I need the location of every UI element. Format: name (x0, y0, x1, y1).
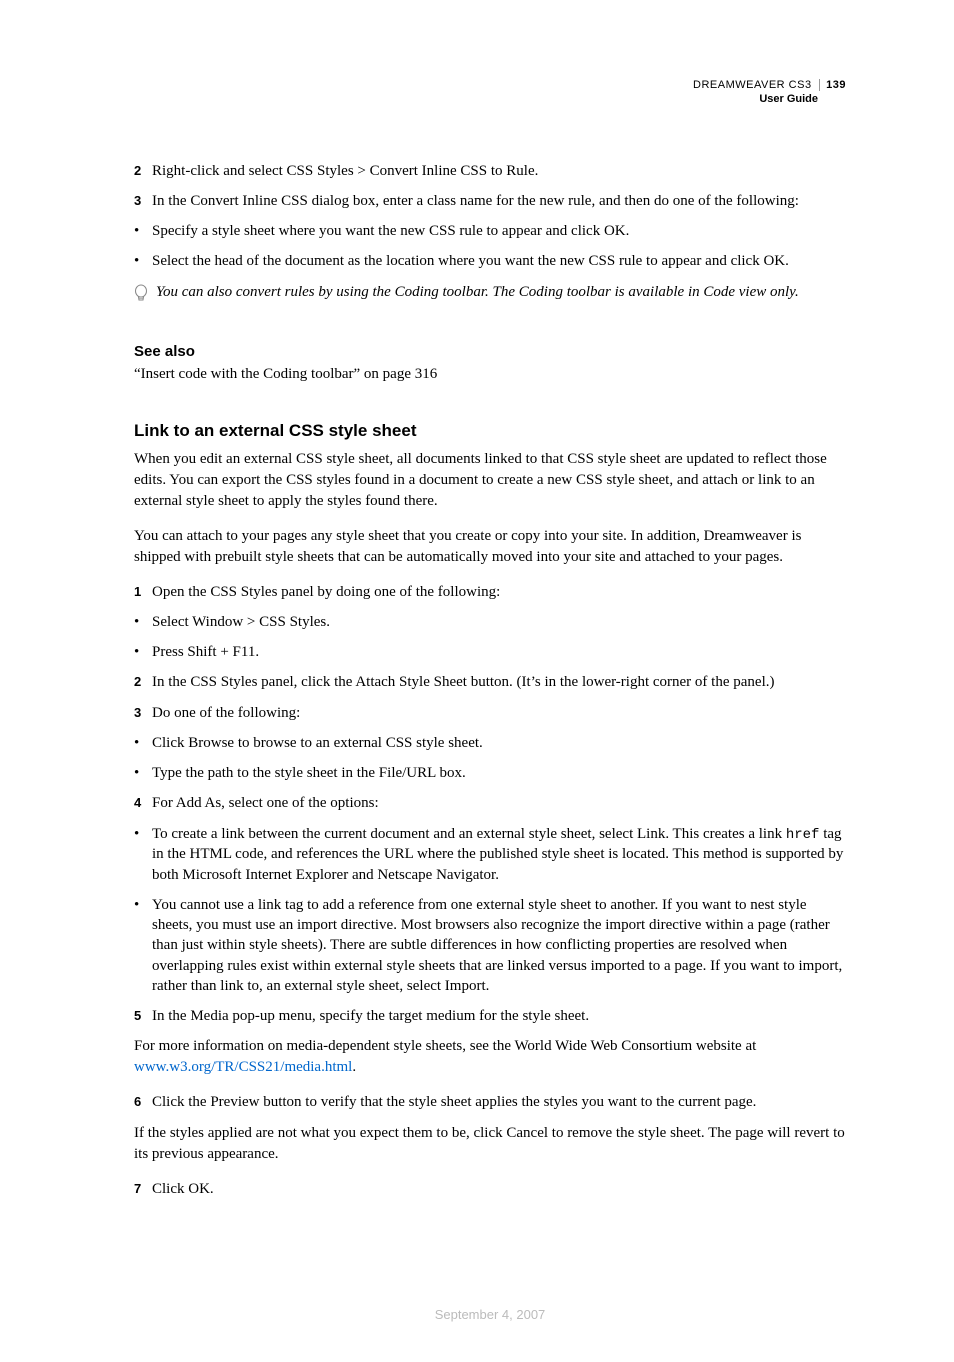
bullet-text: Type the path to the style sheet in the … (152, 763, 846, 783)
step-number: 1 (134, 582, 152, 602)
step-number: 3 (134, 191, 152, 211)
header-pagenum: 139 (819, 79, 846, 91)
step-number: 4 (134, 793, 152, 813)
bullet-text: Press Shift + F11. (152, 642, 846, 662)
bullet-text: Select Window > CSS Styles. (152, 612, 846, 632)
bullet-item: • Type the path to the style sheet in th… (134, 763, 846, 783)
step-text: In the CSS Styles panel, click the Attac… (152, 672, 846, 692)
step-text: Do one of the following: (152, 703, 846, 723)
bullet-marker: • (134, 642, 152, 662)
step-1: 1 Open the CSS Styles panel by doing one… (134, 582, 846, 602)
step-text: Right-click and select CSS Styles > Conv… (152, 161, 846, 181)
step-3b: 3 Do one of the following: (134, 703, 846, 723)
see-also-text: “Insert code with the Coding toolbar” on… (134, 366, 846, 383)
bullet-text: To create a link between the current doc… (152, 824, 846, 885)
header-line1: DREAMWEAVER CS3 139 (134, 78, 846, 92)
bullet-text: Click Browse to browse to an external CS… (152, 733, 846, 753)
step-text: Click the Preview button to verify that … (152, 1092, 846, 1112)
step-text: Click OK. (152, 1179, 846, 1199)
step-5: 5 In the Media pop-up menu, specify the … (134, 1006, 846, 1026)
paragraph: When you edit an external CSS style shee… (134, 449, 846, 512)
step-number: 2 (134, 672, 152, 692)
header-product: DREAMWEAVER CS3 (693, 79, 812, 91)
lightbulb-icon (134, 282, 156, 309)
page-content: DREAMWEAVER CS3 139 User Guide 2 Right-c… (0, 0, 954, 1362)
step-text: Open the CSS Styles panel by doing one o… (152, 582, 846, 602)
bullet-marker: • (134, 733, 152, 753)
paragraph: For more information on media-dependent … (134, 1036, 846, 1078)
bullet-marker: • (134, 895, 152, 996)
bullet-marker: • (134, 824, 152, 885)
paragraph: If the styles applied are not what you e… (134, 1123, 846, 1165)
bullet-item: • Select the head of the document as the… (134, 251, 846, 271)
step-text: For Add As, select one of the options: (152, 793, 846, 813)
bullet-item: • You cannot use a link tag to add a ref… (134, 895, 846, 996)
bullet-item: • Click Browse to browse to an external … (134, 733, 846, 753)
bullet-marker: • (134, 612, 152, 632)
step-3: 3 In the Convert Inline CSS dialog box, … (134, 191, 846, 211)
tip-block: You can also convert rules by using the … (134, 282, 846, 309)
bullet-marker: • (134, 251, 152, 271)
step-6: 6 Click the Preview button to verify tha… (134, 1092, 846, 1112)
step-number: 2 (134, 161, 152, 181)
page-header: DREAMWEAVER CS3 139 User Guide (134, 78, 846, 107)
text-span: For more information on media-dependent … (134, 1038, 756, 1054)
tip-text: You can also convert rules by using the … (156, 282, 846, 309)
bullet-item: • Specify a style sheet where you want t… (134, 221, 846, 241)
step-number: 3 (134, 703, 152, 723)
step-text: In the Media pop-up menu, specify the ta… (152, 1006, 846, 1026)
bullet-item: • Press Shift + F11. (134, 642, 846, 662)
step-number: 6 (134, 1092, 152, 1112)
bullet-marker: • (134, 763, 152, 783)
bullet-text: You cannot use a link tag to add a refer… (152, 895, 846, 996)
bullet-item: • To create a link between the current d… (134, 824, 846, 885)
footer-date: September 4, 2007 (134, 1307, 846, 1322)
bullet-item: • Select Window > CSS Styles. (134, 612, 846, 632)
step-4: 4 For Add As, select one of the options: (134, 793, 846, 813)
step-7: 7 Click OK. (134, 1179, 846, 1199)
step-number: 7 (134, 1179, 152, 1199)
code-span: href (786, 827, 820, 843)
see-also-heading: See also (134, 343, 846, 360)
step-2: 2 Right-click and select CSS Styles > Co… (134, 161, 846, 181)
bullet-text: Specify a style sheet where you want the… (152, 221, 846, 241)
link-text[interactable]: www.w3.org/TR/CSS21/media.html (134, 1059, 352, 1075)
bullet-marker: • (134, 221, 152, 241)
section-heading: Link to an external CSS style sheet (134, 421, 846, 441)
step-2b: 2 In the CSS Styles panel, click the Att… (134, 672, 846, 692)
bullet-text: Select the head of the document as the l… (152, 251, 846, 271)
header-subtitle: User Guide (134, 92, 846, 106)
text-span: . (352, 1059, 356, 1075)
paragraph: You can attach to your pages any style s… (134, 526, 846, 568)
step-number: 5 (134, 1006, 152, 1026)
step-text: In the Convert Inline CSS dialog box, en… (152, 191, 846, 211)
text-span: To create a link between the current doc… (152, 826, 786, 842)
